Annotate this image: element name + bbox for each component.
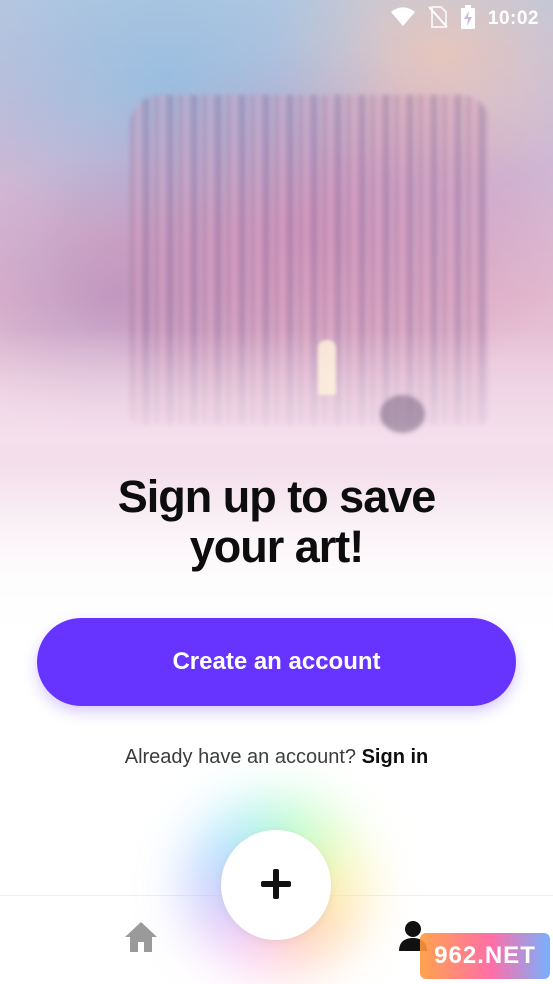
- battery-charging-icon: [460, 4, 476, 34]
- create-art-button[interactable]: [221, 830, 331, 940]
- home-icon: [123, 920, 159, 959]
- hero-rock: [380, 395, 425, 433]
- page-title: Sign up to save your art!: [0, 472, 553, 572]
- create-account-button[interactable]: Create an account: [37, 618, 516, 706]
- nav-home-button[interactable]: [120, 918, 162, 960]
- status-time: 10:02: [487, 8, 539, 29]
- hero-figure: [318, 340, 336, 395]
- status-bar: 10:02: [0, 0, 553, 38]
- signin-row: Already have an account? Sign in: [0, 746, 553, 769]
- plus-icon: [259, 867, 293, 904]
- title-line-1: Sign up to save: [117, 471, 437, 522]
- title-line-2: your art!: [189, 521, 365, 572]
- watermark-logo: 962.NET: [420, 933, 550, 979]
- signin-prompt: Already have an account?: [124, 746, 357, 768]
- no-sim-icon: [428, 5, 448, 33]
- wifi-icon: [390, 6, 416, 32]
- signin-link[interactable]: Sign in: [362, 746, 429, 768]
